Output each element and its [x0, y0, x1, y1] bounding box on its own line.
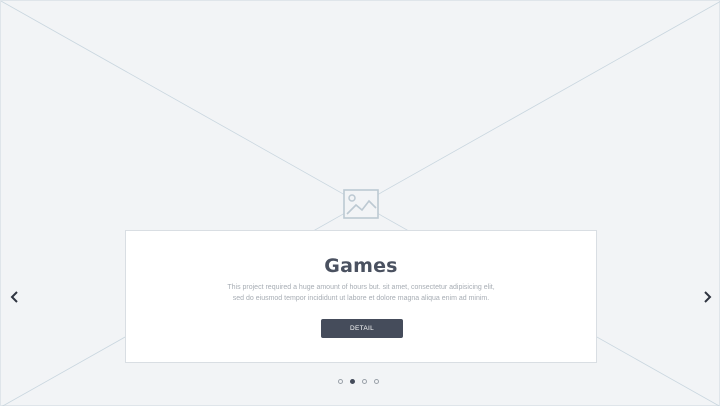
detail-button[interactable]: DETAIL: [321, 319, 403, 338]
pagination-dot[interactable]: [350, 379, 355, 384]
pagination-dot[interactable]: [338, 379, 343, 384]
pagination-dot[interactable]: [374, 379, 379, 384]
chevron-right-icon: [704, 291, 712, 303]
slide-card: Games This project required a huge amoun…: [125, 230, 597, 363]
slide-description: This project required a huge amount of h…: [166, 282, 556, 304]
slide-description-line: sed do eiusmod tempor incididunt ut labo…: [232, 295, 490, 302]
pagination-dot[interactable]: [362, 379, 367, 384]
slide-description-line: This project required a huge amount of h…: [227, 284, 495, 291]
slide-title: Games: [324, 255, 398, 277]
chevron-left-icon: [10, 291, 18, 303]
hero-slider: Games This project required a huge amoun…: [0, 0, 720, 406]
image-icon: [343, 189, 379, 219]
next-slide-button[interactable]: [700, 288, 714, 306]
slider-pagination: [338, 379, 379, 385]
previous-slide-button[interactable]: [8, 288, 22, 306]
